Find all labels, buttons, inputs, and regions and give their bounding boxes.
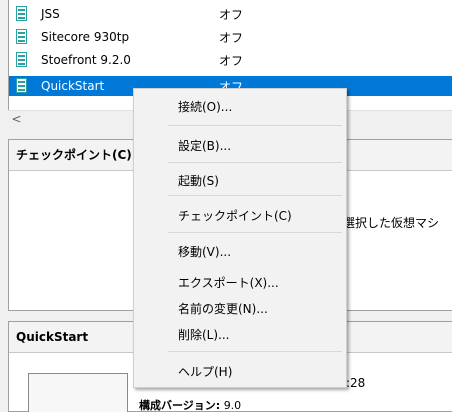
checkpoint-message: 選択した仮想マシ: [343, 216, 440, 230]
menu-item-connect[interactable]: 接続(O)...: [178, 98, 232, 115]
menu-item-export[interactable]: エクスポート(X)...: [178, 274, 279, 291]
vm-name: Stoefront 9.2.0: [41, 53, 131, 67]
vm-time: :28: [346, 376, 366, 390]
menu-item-checkpoint[interactable]: チェックポイント(C): [178, 207, 292, 224]
vm-state: オフ: [219, 7, 244, 22]
vm-thumbnail: [28, 373, 128, 412]
menu-separator: [168, 232, 342, 233]
vm-state: オフ: [219, 30, 244, 45]
menu-item-start[interactable]: 起動(S): [178, 172, 219, 189]
vm-icon: [16, 78, 27, 93]
menu-item-delete[interactable]: 削除(L)...: [178, 326, 230, 343]
menu-item-help[interactable]: ヘルプ(H): [178, 363, 232, 380]
vm-state: オフ: [219, 53, 244, 68]
vm-row-jss[interactable]: JSS オフ: [9, 4, 452, 24]
vm-icon: [16, 6, 27, 21]
menu-item-rename[interactable]: 名前の変更(N)...: [178, 300, 268, 317]
vm-name: QuickStart: [41, 79, 105, 93]
menu-separator: [168, 125, 342, 126]
vm-row-stoefront[interactable]: Stoefront 9.2.0 オフ: [9, 50, 452, 70]
menu-item-settings[interactable]: 設定(B)...: [178, 137, 231, 154]
menu-separator: [168, 195, 342, 196]
vm-row-sitecore[interactable]: Sitecore 930tp オフ: [9, 27, 452, 47]
config-version-label: 構成バージョン:: [139, 399, 221, 412]
vm-name: JSS: [41, 7, 60, 21]
vm-icon: [16, 29, 27, 44]
scroll-left-arrow-icon[interactable]: <: [8, 111, 25, 127]
menu-separator: [168, 351, 342, 352]
context-menu: 接続(O)... 設定(B)... 起動(S) チェックポイント(C) 移動(V…: [133, 88, 347, 388]
menu-separator: [168, 162, 342, 163]
vm-name: Sitecore 930tp: [41, 30, 130, 44]
menu-item-move[interactable]: 移動(V)...: [178, 243, 231, 260]
config-version-value: 9.0: [223, 399, 242, 412]
vm-icon: [16, 52, 27, 67]
config-version: 構成バージョン: 9.0: [139, 397, 241, 412]
